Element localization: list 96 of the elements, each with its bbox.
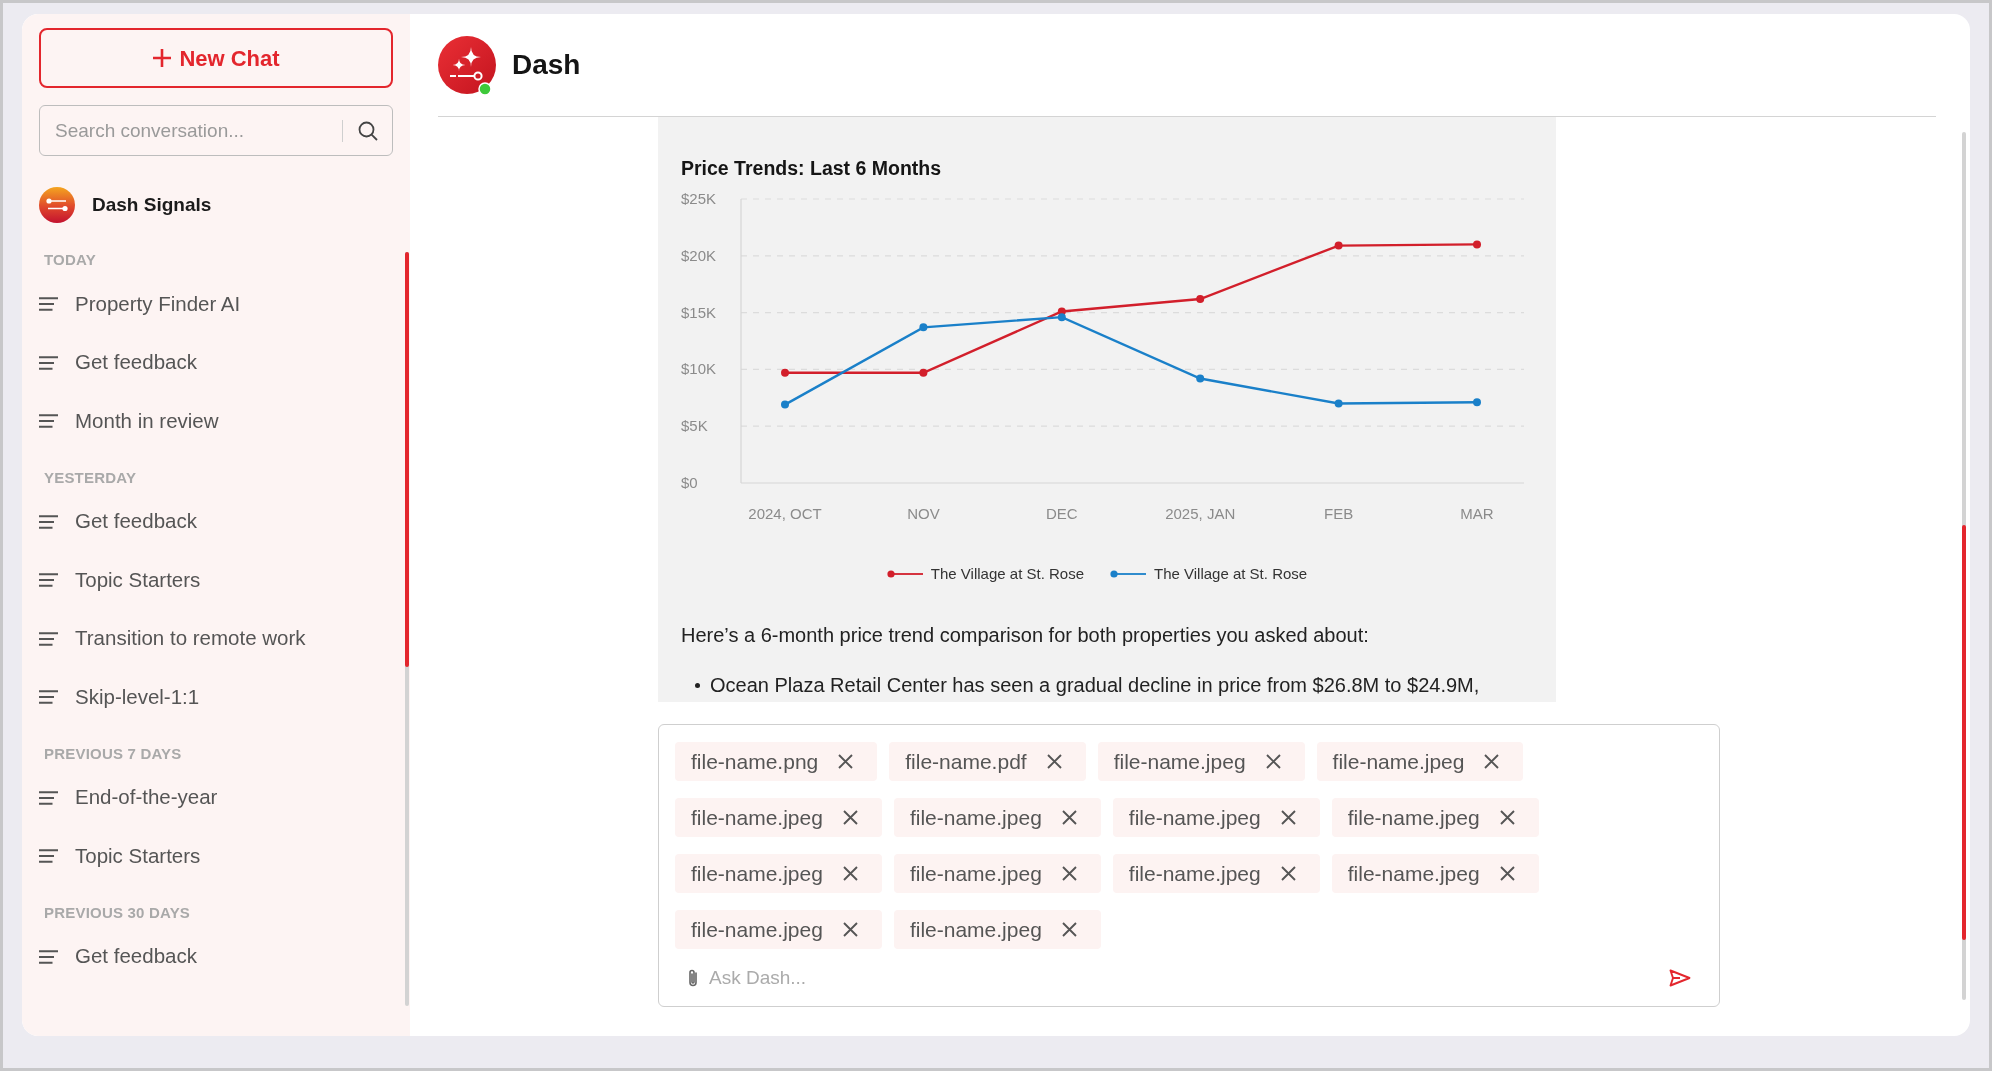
- section-heading: PREVIOUS 30 DAYS: [43, 902, 192, 923]
- send-icon[interactable]: [1669, 969, 1691, 987]
- message-text: Here’s a 6-month price trend comparison for both properties you asked about:: [681, 623, 1370, 648]
- conversation-item[interactable]: Get feedback: [39, 492, 393, 551]
- conversation-item[interactable]: Topic Starters: [39, 827, 393, 886]
- file-name-label: file-name.jpeg: [1347, 804, 1480, 831]
- axis-label: DEC: [1045, 505, 1078, 522]
- bullet-icon: [695, 682, 700, 688]
- list-icon: [39, 790, 58, 805]
- close-icon[interactable]: [1280, 810, 1296, 825]
- data-point: [1334, 241, 1343, 250]
- list-icon: [39, 355, 58, 370]
- section-heading: PREVIOUS 7 DAYS: [43, 743, 183, 764]
- axis-label: $25K: [681, 190, 717, 207]
- close-icon[interactable]: [1499, 866, 1515, 881]
- list-icon: [39, 849, 58, 864]
- close-icon[interactable]: [1280, 866, 1296, 881]
- legend-marker-icon: [1110, 569, 1146, 579]
- legend-label: The Village at St. Rose: [1154, 563, 1308, 584]
- list-icon: [39, 690, 58, 705]
- file-name-label: file-name.png: [691, 748, 819, 775]
- close-icon[interactable]: [1061, 922, 1077, 937]
- search-icon[interactable]: [358, 120, 378, 141]
- list-icon: [39, 514, 58, 529]
- axis-label: 2025, JAN: [1165, 505, 1236, 522]
- close-icon[interactable]: [842, 866, 858, 881]
- search-field[interactable]: Search conversation...: [39, 105, 393, 156]
- axis-label: NOV: [907, 505, 940, 522]
- file-name-label: file-name.jpeg: [691, 916, 823, 943]
- data-point: [1334, 399, 1343, 408]
- data-point: [919, 368, 928, 377]
- file-name-label: file-name.pdf: [905, 748, 1027, 775]
- file-name-label: file-name.jpeg: [691, 804, 823, 831]
- section-heading: TODAY: [43, 250, 97, 270]
- conversation-item[interactable]: Get feedback: [39, 333, 393, 392]
- data-point: [781, 400, 789, 409]
- axis-label: $5K: [681, 417, 708, 435]
- axis-label: 2024, OCT: [748, 505, 822, 522]
- close-icon[interactable]: [1265, 754, 1281, 769]
- conversation-item[interactable]: Get feedback: [39, 927, 393, 986]
- file-name-label: file-name.jpeg: [909, 804, 1042, 831]
- file-name-label: file-name.jpeg: [1113, 748, 1246, 775]
- close-icon[interactable]: [1499, 810, 1515, 825]
- workspace-name[interactable]: Dash Signals: [92, 190, 212, 220]
- legend-label: The Village at St. Rose: [930, 563, 1084, 584]
- data-point: [1057, 313, 1066, 322]
- file-name-label: file-name.jpeg: [691, 860, 823, 887]
- data-point: [781, 368, 789, 377]
- close-icon[interactable]: [842, 922, 858, 937]
- list-icon: [39, 631, 58, 646]
- close-icon[interactable]: [1046, 754, 1062, 769]
- axis-label: $20K: [681, 246, 717, 264]
- file-name-label: file-name.jpeg: [1347, 860, 1480, 887]
- file-name-label: file-name.jpeg: [909, 860, 1042, 887]
- close-icon[interactable]: [1484, 754, 1500, 769]
- sparkle-avatar-icon: [438, 36, 496, 94]
- axis-label: $15K: [681, 303, 717, 321]
- legend-marker-icon: [886, 569, 923, 579]
- close-icon[interactable]: [838, 754, 854, 769]
- data-point: [1196, 374, 1205, 383]
- scrollbar-thumb[interactable]: [405, 252, 409, 667]
- conversation-item[interactable]: Transition to remote work: [39, 609, 393, 668]
- conversation-item[interactable]: Topic Starters: [39, 551, 393, 610]
- file-name-label: file-name.jpeg: [1332, 748, 1465, 775]
- section-heading: YESTERDAY: [43, 467, 138, 488]
- list-icon: [39, 297, 58, 312]
- chart-title: Price Trends: Last 6 Months: [681, 156, 943, 181]
- conversation-item[interactable]: Property Finder AI: [39, 275, 393, 334]
- list-icon: [39, 573, 58, 588]
- data-point: [1196, 294, 1205, 303]
- conversation-item[interactable]: Skip-level-1:1: [39, 668, 393, 727]
- data-point: [919, 323, 928, 332]
- axis-label: FEB: [1324, 505, 1354, 522]
- file-name-label: file-name.jpeg: [909, 916, 1042, 943]
- message-input[interactable]: Ask Dash...: [707, 962, 1661, 994]
- scrollbar-thumb[interactable]: [1962, 525, 1966, 940]
- plus-icon: [152, 48, 173, 68]
- paperclip-icon[interactable]: [687, 968, 699, 988]
- bullet-text: Ocean Plaza Retail Center has seen a gradual decline in price from $26.8M to $24.9M,: [710, 673, 1480, 698]
- axis-label: $0: [681, 474, 698, 491]
- close-icon[interactable]: [842, 810, 858, 825]
- file-name-label: file-name.jpeg: [1128, 860, 1261, 887]
- data-point: [1473, 398, 1481, 407]
- list-icon: [39, 949, 58, 964]
- axis-label: MAR: [1460, 505, 1494, 522]
- conversation-item[interactable]: Month in review: [39, 392, 393, 451]
- new-chat-button[interactable]: New Chat: [39, 28, 393, 88]
- file-name-label: file-name.jpeg: [1128, 804, 1261, 831]
- conversation-item[interactable]: End-of-the-year: [39, 768, 393, 827]
- close-icon[interactable]: [1061, 810, 1077, 825]
- chat-title: Dash: [512, 48, 581, 82]
- close-icon[interactable]: [1061, 866, 1077, 881]
- data-point: [1473, 240, 1481, 249]
- list-icon: [39, 414, 58, 429]
- logo-icon: [39, 187, 75, 223]
- axis-label: $10K: [681, 360, 717, 378]
